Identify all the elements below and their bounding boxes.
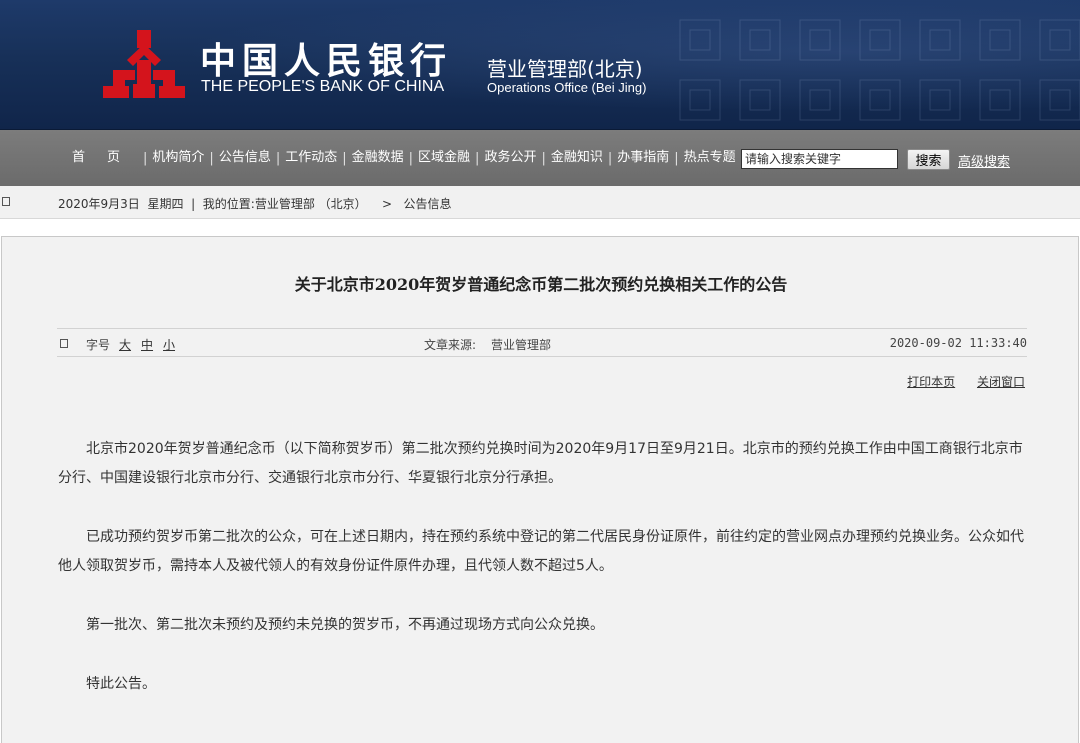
nav-item-financial-knowledge[interactable]: 金融知识 — [547, 150, 607, 166]
source-label: 文章来源: — [424, 338, 477, 352]
breadcrumb-level2[interactable]: 公告信息 — [403, 197, 451, 211]
breadcrumb: 2020年9月3日 星期四 | 我的位置:营业管理部 （北京） > 公告信息 — [0, 186, 1080, 219]
nav-item-hot-topics[interactable]: 热点专题 — [680, 150, 740, 166]
article-paragraph: 已成功预约贺岁币第二批次的公众，可在上述日期内，持在预约系统中登记的第二代居民身… — [58, 529, 1024, 574]
banner-pattern — [679, 19, 1080, 121]
article-paragraph: 北京市2020年贺岁普通纪念币（以下简称贺岁币）第二批次预约兑换时间为2020年… — [58, 441, 1023, 486]
close-window-link[interactable]: 关闭窗口 — [977, 375, 1025, 389]
advanced-search-link[interactable]: 高级搜索 — [958, 151, 1010, 170]
nav-item-regional-finance[interactable]: 区域金融 — [414, 150, 474, 166]
font-size-medium-link[interactable]: 中 — [141, 336, 153, 353]
nav-item-news[interactable]: 工作动态 — [281, 150, 341, 166]
pboc-logo-icon — [103, 30, 185, 98]
brand-name-en: THE PEOPLE'S BANK OF CHINA — [201, 78, 445, 95]
department-name-cn: 营业管理部(北京) — [487, 57, 643, 81]
site-header: 中国人民银行 THE PEOPLE'S BANK OF CHINA 营业管理部(… — [0, 0, 1080, 130]
nav-item-announcements[interactable]: 公告信息 — [215, 150, 275, 166]
current-date: 2020年9月3日 — [58, 197, 140, 211]
placeholder-box-icon — [60, 339, 68, 348]
main-nav: 首页 | 机构简介 | 公告信息 | 工作动态 | 金融数据 | 区域金融 | … — [0, 130, 1080, 186]
breadcrumb-arrow: > — [381, 197, 392, 211]
placeholder-box-icon — [2, 197, 10, 206]
font-size-large-link[interactable]: 大 — [119, 336, 131, 353]
nav-item-home[interactable]: 首页 — [68, 150, 142, 166]
nav-item-government-affairs[interactable]: 政务公开 — [480, 150, 540, 166]
location-label: 我的位置: — [202, 197, 255, 211]
font-size-label: 字号 — [86, 338, 111, 352]
nav-item-about[interactable]: 机构简介 — [148, 150, 208, 166]
article-panel: 关于北京市2020年贺岁普通纪念币第二批次预约兑换相关工作的公告 字号 大 中 … — [1, 236, 1079, 743]
article-title: 关于北京市2020年贺岁普通纪念币第二批次预约兑换相关工作的公告 — [294, 275, 788, 294]
publish-time: 2020-09-02 11:33:40 — [889, 336, 1027, 350]
source-value: 营业管理部 — [491, 338, 552, 352]
search-button[interactable]: 搜索 — [907, 149, 950, 170]
breadcrumb-level1[interactable]: 营业管理部 （北京） — [255, 197, 367, 211]
nav-item-service-guide[interactable]: 办事指南 — [613, 150, 673, 166]
article-actions: 打印本页 关闭窗口 — [889, 373, 1025, 390]
breadcrumb-separator: | — [191, 197, 196, 211]
article-paragraph: 特此公告。 — [86, 676, 156, 692]
article-info-bar: 字号 大 中 小 文章来源: 营业管理部 2020-09-02 11:33:40 — [57, 328, 1027, 357]
nav-menu: 首页 | 机构简介 | 公告信息 | 工作动态 | 金融数据 | 区域金融 | … — [68, 130, 740, 186]
breadcrumb-text: 2020年9月3日 星期四 | 我的位置:营业管理部 （北京） > 公告信息 — [58, 195, 451, 212]
print-page-link[interactable]: 打印本页 — [907, 375, 955, 389]
font-size-small-link[interactable]: 小 — [163, 336, 175, 353]
article-body: 北京市2020年贺岁普通纪念币（以下简称贺岁币）第二批次预约兑换时间为2020年… — [58, 435, 1028, 729]
brand-name-cn: 中国人民银行 — [200, 40, 453, 82]
department-name-en: Operations Office (Bei Jing) — [487, 80, 647, 95]
nav-item-financial-data[interactable]: 金融数据 — [348, 150, 408, 166]
current-weekday: 星期四 — [147, 197, 184, 211]
search-input[interactable] — [741, 149, 898, 169]
article-paragraph: 第一批次、第二批次未预约及预约未兑换的贺岁币，不再通过现场方式向公众兑换。 — [86, 617, 604, 633]
